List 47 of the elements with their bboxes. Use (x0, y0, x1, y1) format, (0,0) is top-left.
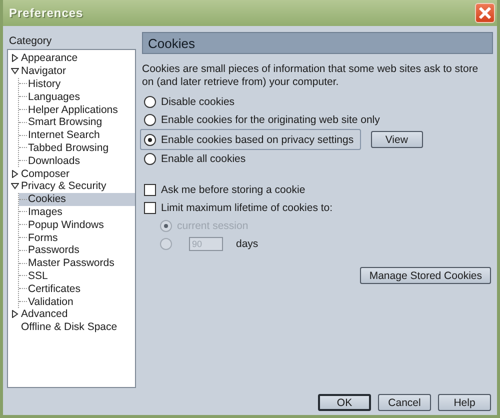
radio-option[interactable]: Enable cookies for the originating web site only (142, 111, 380, 129)
category-label: Category (9, 35, 53, 47)
tree-item[interactable]: Navigator (8, 64, 135, 78)
tree-item[interactable]: Appearance (8, 52, 135, 65)
window-title: Preferences (9, 6, 84, 20)
tree-item[interactable]: Cookies (19, 192, 135, 206)
view-button[interactable]: View (370, 131, 423, 148)
tree-item[interactable]: Advanced (8, 308, 135, 321)
expand-icon[interactable] (11, 54, 19, 62)
tree-item[interactable]: Helper Applications (19, 103, 135, 116)
tree-item[interactable]: History (19, 78, 135, 90)
tree-item[interactable]: Offline & Disk Space (8, 320, 135, 334)
tree-item[interactable]: Popup Windows (19, 218, 135, 232)
unit-label: days (236, 238, 258, 250)
tree-item[interactable]: Validation (19, 295, 135, 308)
checkbox[interactable] (144, 202, 156, 214)
close-icon (478, 6, 492, 20)
checkbox[interactable] (144, 184, 156, 196)
panel-title: Cookies (142, 32, 493, 54)
tree-item[interactable]: Composer (8, 167, 135, 180)
tree-item[interactable]: Passwords (19, 244, 135, 257)
tree-item[interactable]: Languages (19, 90, 135, 104)
tree-item[interactable]: Images (19, 206, 135, 218)
radio-option[interactable]: Disable cookies (142, 93, 235, 111)
dialog-button[interactable]: Cancel (378, 394, 431, 411)
tree-item[interactable]: Master Passwords (19, 256, 135, 270)
tree-item[interactable]: Internet Search (19, 128, 135, 142)
tree-item[interactable]: Smart Browsing (19, 116, 135, 129)
close-button[interactable] (475, 3, 495, 23)
radio-option[interactable]: Enable cookies based on privacy settings (140, 129, 361, 150)
tree-item[interactable]: Tabbed Browsing (19, 142, 135, 154)
manage-cookies-button[interactable]: Manage Stored Cookies (360, 267, 491, 284)
expand-icon[interactable] (11, 170, 19, 178)
expand-icon[interactable] (11, 310, 19, 318)
tree-item[interactable]: Downloads (19, 154, 135, 168)
tree-item[interactable]: SSL (19, 270, 135, 282)
tree-item[interactable]: Forms (19, 231, 135, 244)
option-label: Limit maximum lifetime of cookies to: (161, 202, 333, 214)
tree-item[interactable]: Certificates (19, 282, 135, 296)
radio-option[interactable]: Enable all cookies (142, 150, 246, 168)
description-text: Cookies are small pieces of information that some web sites ask to store on (and later retrieve from) your computer. (142, 63, 480, 89)
collapse-icon[interactable] (11, 67, 19, 76)
dialog-button[interactable]: Help (438, 394, 491, 411)
collapse-icon[interactable] (11, 182, 19, 190)
dialog-button[interactable]: OK (318, 394, 371, 411)
option-label: Ask me before storing a cookie (161, 184, 306, 196)
tree-item[interactable]: Privacy & Security (8, 180, 135, 193)
